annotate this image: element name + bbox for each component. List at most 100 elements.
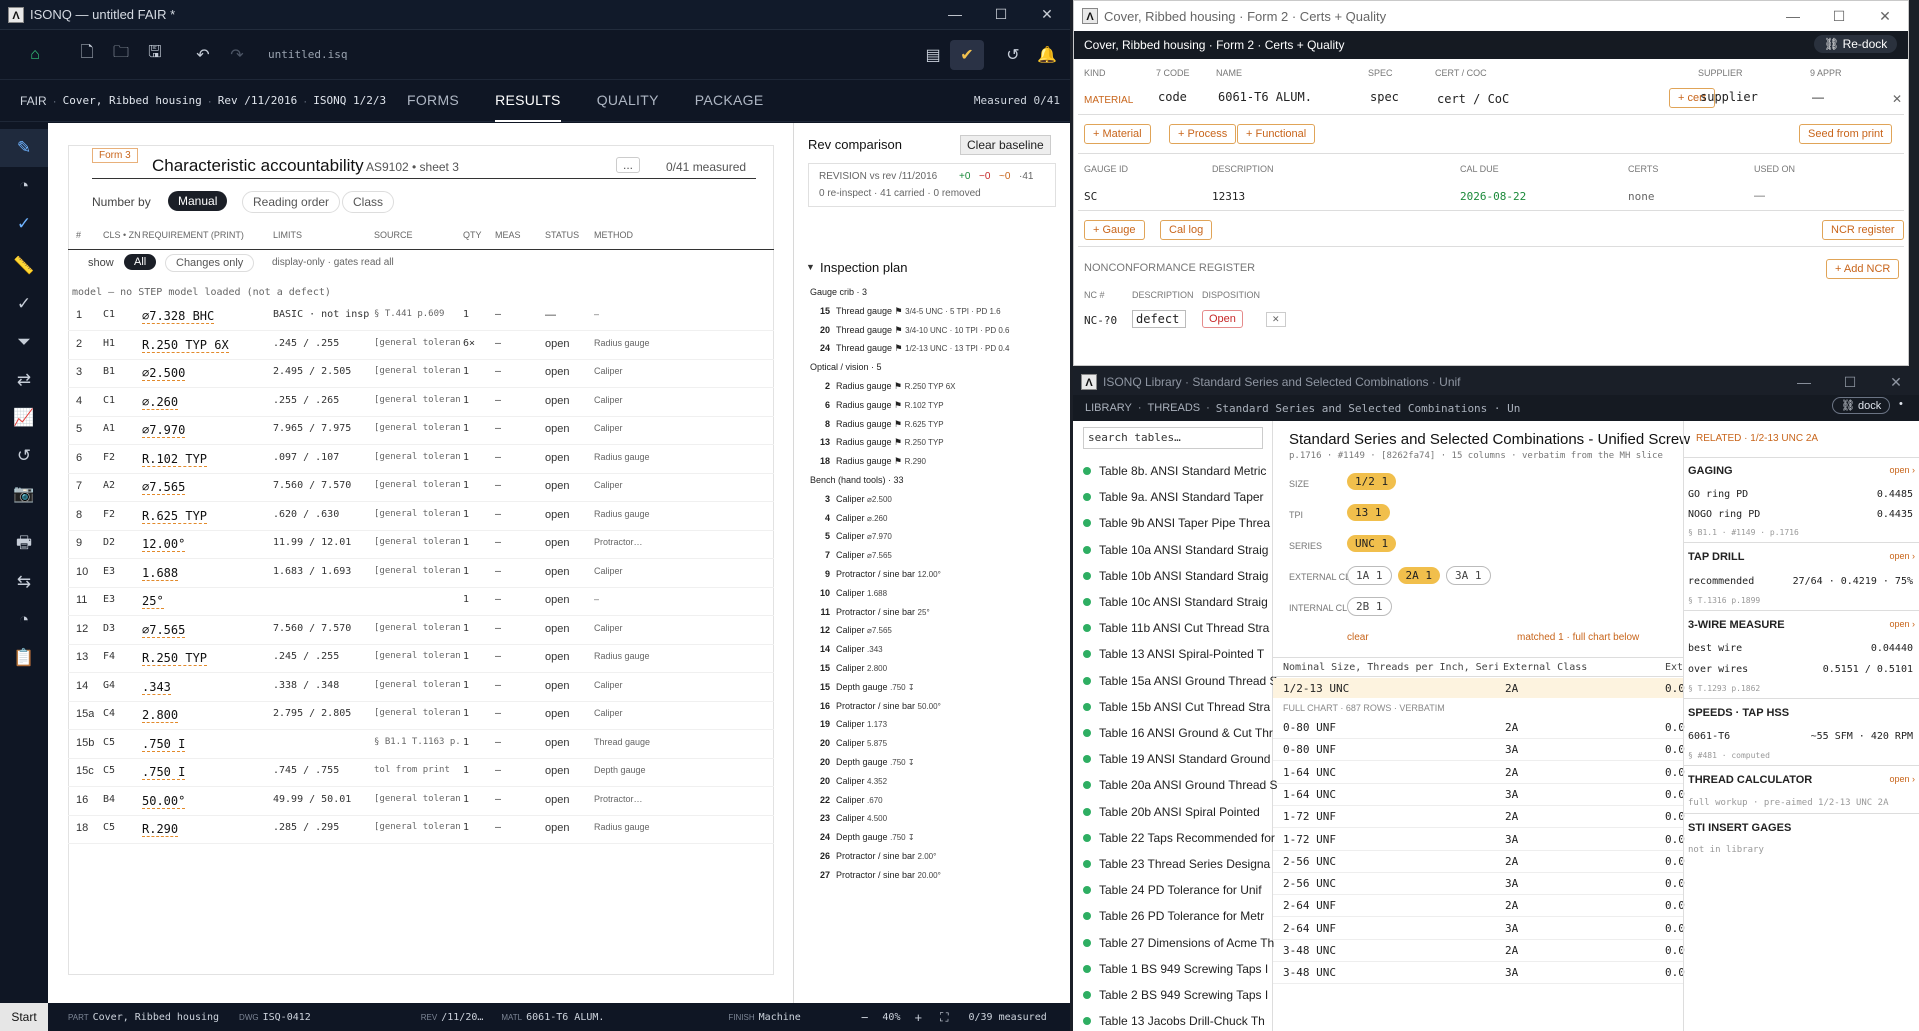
library-table-item[interactable]: Table 23 Thread Series Designa	[1083, 857, 1270, 871]
plan-item[interactable]: 18 Radius gauge ⚑ R.290	[818, 456, 926, 467]
calc-open-link[interactable]: open ›	[1889, 774, 1915, 784]
plan-item[interactable]: 16 Protractor / sine bar 50.00°	[818, 701, 941, 711]
numberby-manual[interactable]: Manual	[168, 191, 228, 211]
table-row[interactable]: 18 C5 R.290 .285 / .295 [general tolerance…1…	[68, 816, 774, 844]
filter-chip[interactable]: 2A 1	[1397, 567, 1440, 584]
library-table-item[interactable]: Table 9b ANSI Taper Pipe Threa	[1083, 516, 1270, 530]
chart-row[interactable]: 2-64 UNF 2A 0.0	[1273, 895, 1685, 918]
ruler-icon[interactable]: 📏	[0, 247, 48, 285]
checklist-icon[interactable]: ✔	[950, 39, 984, 70]
chart-row[interactable]: 1-64 UNC 2A 0.0	[1273, 762, 1685, 784]
library-table-item[interactable]: Table 9a. ANSI Standard Taper	[1083, 490, 1264, 504]
library-table-item[interactable]: Table 8b. ANSI Standard Metric	[1083, 464, 1266, 478]
table-row[interactable]: 7 A2 ⌀7.565 7.560 / 7.570 [general tolerance…	[68, 474, 774, 502]
library-table-item[interactable]: Table 24 PD Tolerance for Unif	[1083, 883, 1262, 897]
close-button[interactable]: ✕	[1024, 6, 1070, 23]
library-table-item[interactable]: Table 22 Taps Recommended for	[1083, 831, 1275, 845]
tap-open-link[interactable]: open ›	[1889, 551, 1915, 561]
seed-from-print-button[interactable]: Seed from print	[1799, 124, 1893, 144]
add-functional-button[interactable]: + Functional	[1237, 124, 1316, 144]
library-table-item[interactable]: Table 13 Jacobs Drill-Chuck Th	[1083, 1014, 1265, 1028]
gauge-id[interactable]: SC	[1084, 190, 1097, 203]
library-table-item[interactable]: Table 20a ANSI Ground Thread S	[1083, 778, 1278, 792]
chart-row[interactable]: 3-48 UNC 3A 0.0	[1273, 962, 1685, 985]
new-file-icon[interactable]: 🗋	[70, 40, 104, 70]
table-row[interactable]: 5 A1 ⌀7.970 7.965 / 7.975 [general tolerance…	[68, 417, 774, 445]
plan-item[interactable]: 8 Radius gauge ⚑ R.625 TYP	[818, 419, 944, 430]
numberby-reading[interactable]: Reading order	[242, 191, 341, 213]
save-icon[interactable]: 🖫	[138, 40, 172, 70]
library-table-item[interactable]: Table 10c ANSI Standard Straig	[1083, 595, 1268, 609]
material-spec[interactable]: spec	[1370, 90, 1399, 104]
maximize-button[interactable]: ☐	[1827, 374, 1873, 391]
crumb-library[interactable]: LIBRARY	[1085, 402, 1132, 414]
fit-icon[interactable]: ⛶	[940, 1010, 948, 1025]
table-row[interactable]: 6 F2 R.102 TYP .097 / .107 [general toleranc…	[68, 446, 774, 474]
dock-button[interactable]: ⛓ dock	[1832, 397, 1891, 414]
chart-row[interactable]: 1-72 UNF 2A 0.0	[1273, 806, 1685, 829]
plan-item[interactable]: 23 Caliper 4.500	[818, 813, 887, 823]
redock-button[interactable]: ⛓ Re-dock	[1814, 35, 1898, 53]
plan-item[interactable]: 26 Protractor / sine bar 2.00°	[818, 851, 936, 861]
pencil-icon[interactable]: ✎	[0, 129, 48, 167]
table-row[interactable]: 14 G4 .343 .338 / .348 [general tolerance…1 —…	[68, 674, 774, 702]
plan-item[interactable]: 7 Caliper ⌀7.565	[818, 550, 892, 560]
library-table-item[interactable]: Table 26 PD Tolerance for Metr	[1083, 909, 1264, 923]
plan-item[interactable]: 19 Caliper 1.173	[818, 719, 887, 729]
chart-row[interactable]: 1-72 UNF 3A 0.0	[1273, 829, 1685, 851]
filter-chip[interactable]: 1A 1	[1347, 566, 1392, 585]
library-table-item[interactable]: Table 13 ANSI Spiral-Pointed T	[1083, 647, 1264, 661]
clipboard-icon[interactable]: 📋	[0, 639, 48, 677]
more-button[interactable]: ...	[616, 157, 641, 173]
material-cert[interactable]: cert / CoC	[1437, 92, 1509, 106]
table-row[interactable]: 10 E3 1.688 1.683 / 1.693 [general tolerance…	[68, 560, 774, 588]
tab-forms[interactable]: FORMS	[407, 80, 459, 122]
chart-row[interactable]: 2-56 UNC 3A 0.0	[1273, 873, 1685, 896]
plan-item[interactable]: 24 Thread gauge ⚑ 1/2-13 UNC · 13 TPI · P…	[818, 343, 1009, 354]
checkmark-icon[interactable]: ✓	[0, 285, 48, 323]
table-row[interactable]: 16 B4 50.00° 49.99 / 50.01 [general toleranc…	[68, 788, 774, 816]
gauge-desc[interactable]: 12313	[1212, 190, 1245, 203]
cal-log-button[interactable]: Cal log	[1160, 220, 1213, 240]
document-icon[interactable]: ▤	[916, 40, 950, 70]
table-row[interactable]: 11 E3 25° 1 — open –	[68, 588, 774, 616]
delete-material-icon[interactable]: ✕	[1892, 92, 1902, 106]
gauge-cal-due[interactable]: 2026-08-22	[1460, 190, 1526, 203]
home-icon[interactable]: ⌂	[18, 40, 52, 70]
ncr-disposition-button[interactable]: Open	[1202, 310, 1243, 328]
material-supplier[interactable]: supplier	[1700, 90, 1758, 104]
undo-icon[interactable]: ↶	[186, 40, 220, 70]
table-row[interactable]: 9 D2 12.00° 11.99 / 12.01 [general tolerance…	[68, 531, 774, 559]
library-table-item[interactable]: Table 16 ANSI Ground & Cut Thr	[1083, 726, 1273, 740]
material-appr[interactable]: —	[1812, 90, 1824, 104]
filter-chip[interactable]: 2B 1	[1347, 597, 1392, 616]
chart-row[interactable]: 2-64 UNF 3A 0.0	[1273, 918, 1685, 940]
wire-open-link[interactable]: open ›	[1889, 619, 1915, 629]
check-icon[interactable]: ✓	[0, 205, 48, 243]
library-table-item[interactable]: Table 20b ANSI Spiral Pointed	[1083, 805, 1260, 819]
numberby-class[interactable]: Class	[342, 191, 395, 213]
plan-item[interactable]: 20 Caliper 4.352	[818, 776, 887, 786]
library-table-item[interactable]: Table 15a ANSI Ground Thread S	[1083, 674, 1278, 688]
plan-item[interactable]: 15 Depth gauge .750 ↧	[818, 682, 915, 692]
plan-item[interactable]: 9 Protractor / sine bar 12.00°	[818, 569, 941, 579]
close-button[interactable]: ✕	[1862, 8, 1908, 25]
plan-item[interactable]: 20 Depth gauge .750 ↧	[818, 757, 915, 767]
table-row[interactable]: 12 D3 ⌀7.565 7.560 / 7.570 [general toleranc…	[68, 617, 774, 645]
plan-item[interactable]: 12 Caliper ⌀7.565	[818, 625, 892, 635]
table-row[interactable]: 15b C5 .750 I § B1.1 T.1163 p.17…1 — open Thre…	[68, 731, 774, 759]
crumb-threads[interactable]: THREADS	[1148, 402, 1201, 414]
add-ncr-button[interactable]: + Add NCR	[1826, 259, 1900, 279]
bell-icon[interactable]: 🔔	[1030, 40, 1064, 70]
plan-item[interactable]: 22 Caliper .670	[818, 795, 883, 805]
chart-row[interactable]: 1-64 UNC 3A 0.0	[1273, 784, 1685, 806]
tab-quality[interactable]: QUALITY	[597, 80, 659, 122]
plan-item[interactable]: 14 Caliper .343	[818, 644, 883, 654]
table-row[interactable]: 1 C1 ⌀7.328 BHC BASIC · not inspec… § T.441 …	[68, 303, 774, 331]
chart-row[interactable]: 0-80 UNF 3A 0.0	[1273, 739, 1685, 762]
library-table-item[interactable]: Table 11b ANSI Cut Thread Stra	[1083, 621, 1269, 635]
chart-row[interactable]: 0-80 UNF 2A 0.0	[1273, 717, 1685, 739]
show-changes[interactable]: Changes only	[165, 254, 255, 272]
gaging-open-link[interactable]: open ›	[1889, 465, 1915, 475]
filter-chip[interactable]: UNC 1	[1347, 535, 1397, 552]
